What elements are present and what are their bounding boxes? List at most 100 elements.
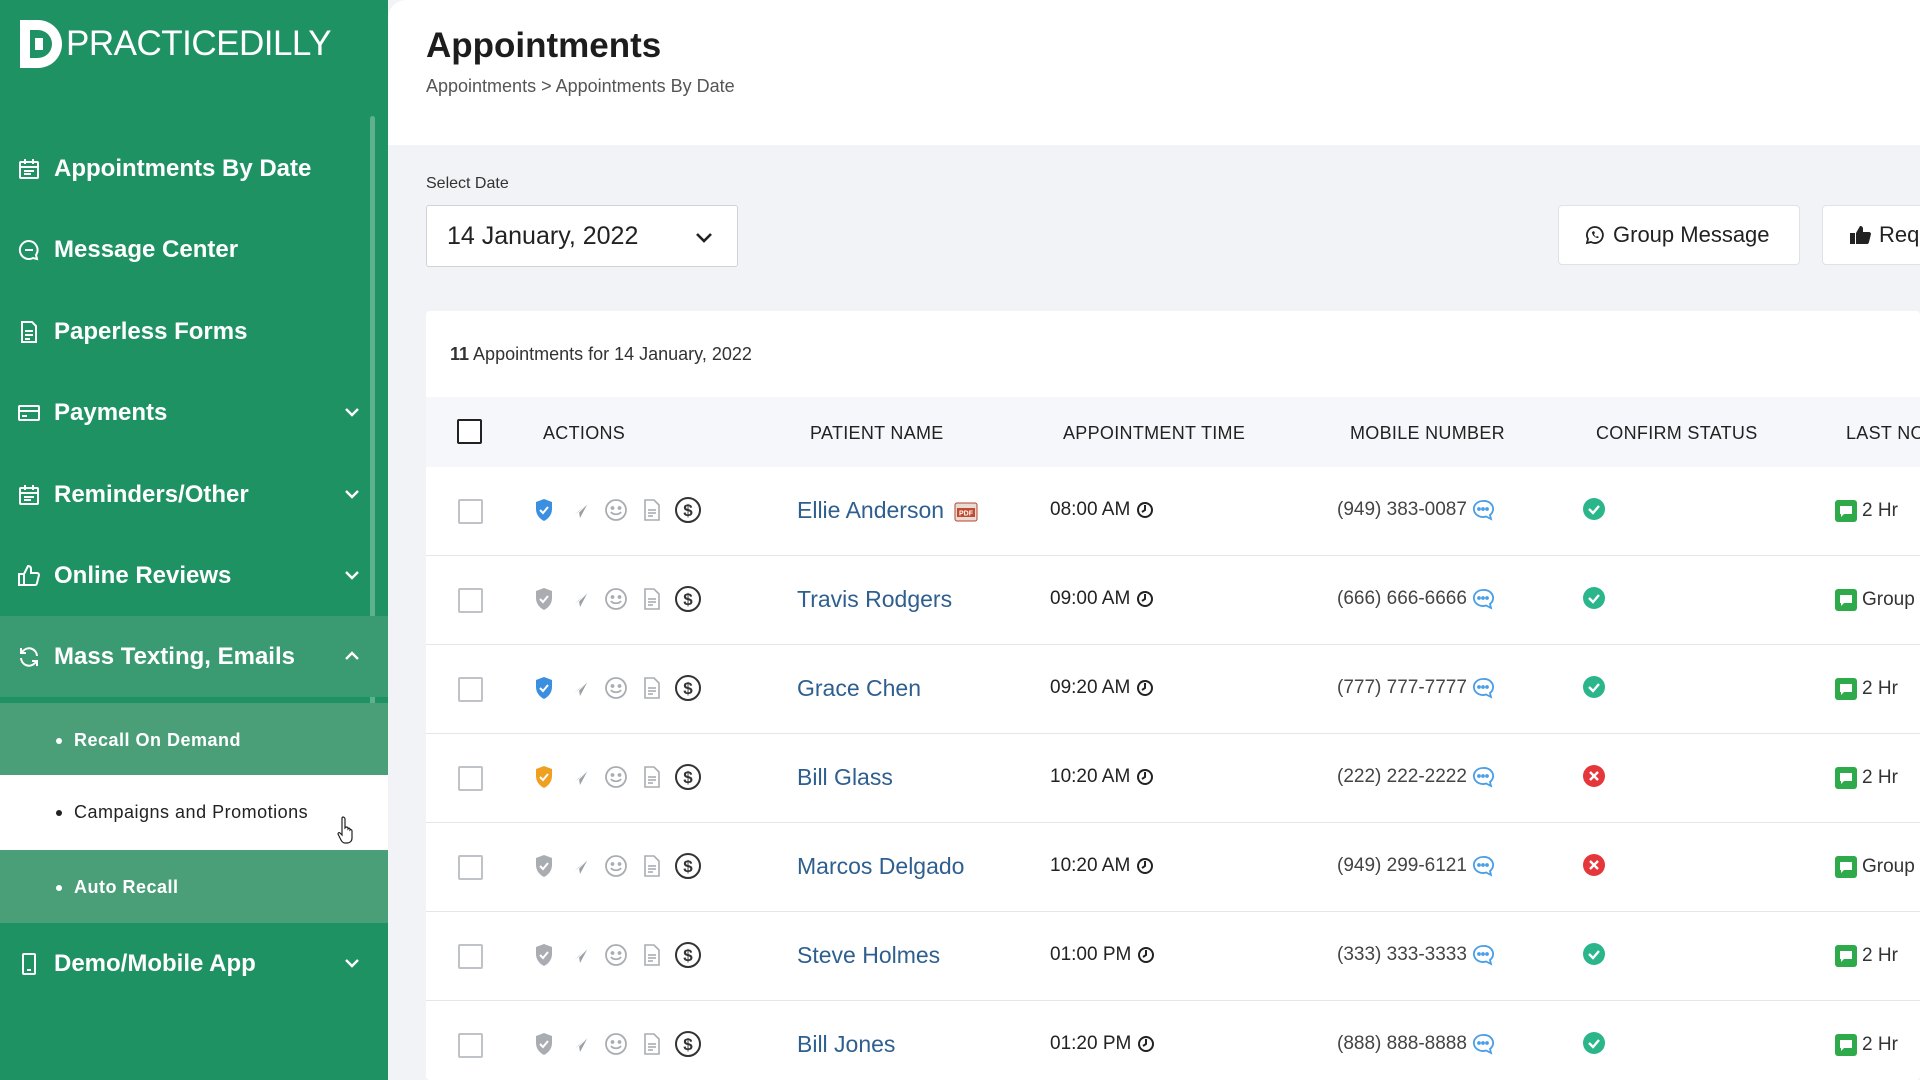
shield-icon[interactable] [526,673,562,703]
breadcrumb[interactable]: Appointments > Appointments By Date [426,76,735,97]
sidebar-item-reminders-other[interactable]: Reminders/Other [0,454,388,535]
column-header-mobile-number[interactable]: MOBILE NUMBER [1350,423,1505,444]
sidebar-subitem-label: Auto Recall [74,877,179,897]
send-icon[interactable] [562,851,598,881]
sidebar-subitem-recall-on-demand[interactable]: Recall On Demand [0,703,388,778]
group-message-button[interactable]: Group Message [1558,205,1800,265]
form-document-icon[interactable] [634,584,670,614]
dollar-icon[interactable]: $ [670,762,706,792]
dollar-icon[interactable]: $ [670,851,706,881]
dollar-icon[interactable]: $ [670,495,706,525]
request-review-button[interactable]: Req [1822,205,1920,265]
row-checkbox[interactable] [458,1033,483,1058]
dollar-icon[interactable]: $ [670,1029,706,1059]
patient-name-link[interactable]: Marcos Delgado [797,853,964,880]
smiley-icon[interactable] [598,1029,634,1059]
row-checkbox[interactable] [458,944,483,969]
sms-chat-icon[interactable] [1834,1033,1858,1057]
sms-chat-icon[interactable] [1834,677,1858,701]
form-document-icon[interactable] [634,940,670,970]
smiley-icon[interactable] [598,673,634,703]
smiley-icon[interactable] [598,940,634,970]
dollar-icon[interactable]: $ [670,584,706,614]
message-bubble-icon[interactable] [1471,677,1495,699]
dollar-icon[interactable]: $ [670,940,706,970]
row-checkbox[interactable] [458,766,483,791]
clock-icon[interactable] [1136,768,1154,786]
shield-icon[interactable] [526,584,562,614]
row-checkbox[interactable] [458,855,483,880]
patient-name-link[interactable]: Bill Glass [797,764,893,791]
hand-cursor-icon [337,816,353,844]
shield-icon[interactable] [526,851,562,881]
column-header-patient-name[interactable]: PATIENT NAME [810,423,944,444]
form-document-icon[interactable] [634,762,670,792]
sidebar-item-appointments-by-date[interactable]: Appointments By Date [0,128,388,209]
sms-chat-icon[interactable] [1834,766,1858,790]
row-checkbox[interactable] [458,588,483,613]
form-document-icon[interactable] [634,1029,670,1059]
select-all-checkbox[interactable] [457,419,482,444]
patient-name-link[interactable]: Grace Chen [797,675,921,702]
sms-chat-icon[interactable] [1834,855,1858,879]
mobile-number: (333) 333-3333 [1337,944,1495,966]
pdf-icon[interactable]: PDF [954,501,978,523]
smiley-icon[interactable] [598,851,634,881]
message-bubble-icon[interactable] [1471,944,1495,966]
send-icon[interactable] [562,762,598,792]
patient-name-link[interactable]: Travis Rodgers [797,586,952,613]
form-document-icon[interactable] [634,673,670,703]
date-select[interactable]: 14 January, 2022 [426,205,738,267]
brand-logo[interactable]: PRACTICEDILLY [18,14,332,74]
row-checkbox[interactable] [458,677,483,702]
shield-icon[interactable] [526,1029,562,1059]
smiley-icon[interactable] [598,495,634,525]
sms-chat-icon[interactable] [1834,588,1858,612]
sidebar-item-payments[interactable]: Payments [0,372,388,453]
message-bubble-icon[interactable] [1471,766,1495,788]
sidebar-subitem-campaigns-and-promotions[interactable]: Campaigns and Promotions [0,775,388,850]
clock-icon[interactable] [1137,946,1155,964]
sidebar-item-paperless-forms[interactable]: Paperless Forms [0,291,388,372]
patient-name-link[interactable]: Ellie Anderson [797,497,944,524]
clock-icon[interactable] [1136,501,1154,519]
patient-name-link[interactable]: Steve Holmes [797,942,940,969]
sidebar-item-demo-mobile-app[interactable]: Demo/Mobile App [0,923,388,1004]
sms-chat-icon[interactable] [1834,499,1858,523]
sms-chat-icon[interactable] [1834,944,1858,968]
sidebar-item-online-reviews[interactable]: Online Reviews [0,535,388,616]
column-header-confirm-status[interactable]: CONFIRM STATUS [1596,423,1758,444]
shield-icon[interactable] [526,940,562,970]
smiley-icon[interactable] [598,762,634,792]
sidebar-item-message-center[interactable]: Message Center [0,209,388,290]
shield-icon[interactable] [526,762,562,792]
clock-icon[interactable] [1136,679,1154,697]
message-bubble-icon[interactable] [1471,1033,1495,1055]
mobile-number-value: (888) 888-8888 [1337,1033,1467,1054]
clock-icon[interactable] [1136,590,1154,608]
send-icon[interactable] [562,673,598,703]
smiley-icon[interactable] [598,584,634,614]
message-bubble-icon[interactable] [1471,499,1495,521]
chevron-down-icon [696,233,712,243]
send-icon[interactable] [562,495,598,525]
column-header-appointment-time[interactable]: APPOINTMENT TIME [1063,423,1245,444]
clock-icon[interactable] [1136,857,1154,875]
shield-icon[interactable] [526,495,562,525]
form-document-icon[interactable] [634,495,670,525]
dollar-icon[interactable]: $ [670,673,706,703]
send-icon[interactable] [562,584,598,614]
row-checkbox[interactable] [458,499,483,524]
sidebar-subitem-auto-recall[interactable]: Auto Recall [0,850,388,925]
clock-icon[interactable] [1137,1035,1155,1053]
column-header-last-notification[interactable]: LAST NO [1846,423,1920,444]
patient-name-link[interactable]: Bill Jones [797,1031,895,1058]
send-icon[interactable] [562,1029,598,1059]
sidebar-item-mass-texting-emails[interactable]: Mass Texting, Emails [0,616,388,697]
message-bubble-icon[interactable] [1471,588,1495,610]
form-document-icon[interactable] [634,851,670,881]
send-icon[interactable] [562,940,598,970]
message-bubble-icon[interactable] [1471,855,1495,877]
appointments-count-text: Appointments for 14 January, 2022 [473,344,752,364]
appointments-count: 11 Appointments for 14 January, 2022 [450,344,752,365]
